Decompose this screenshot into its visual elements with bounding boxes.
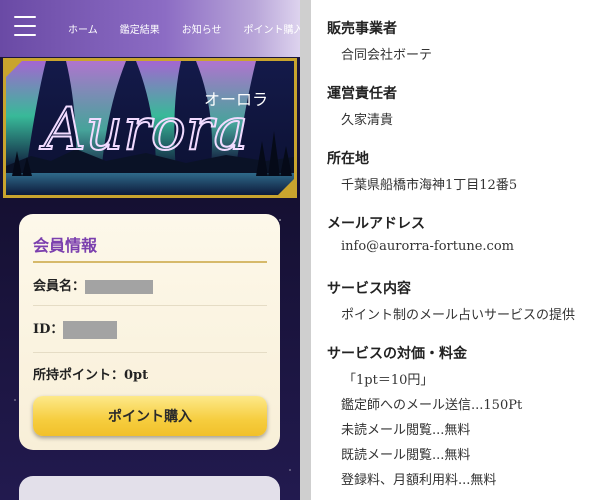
member-name-label: 会員名： [33, 279, 86, 294]
section-seller: 販売事業者 合同会社ボーテ [327, 18, 432, 63]
nav-news[interactable]: お知らせ [182, 21, 222, 36]
hamburger-menu-icon[interactable] [14, 16, 36, 36]
site-header: ホーム 鑑定結果 お知らせ ポイント購入 [0, 0, 300, 57]
legal-info-panel: 販売事業者 合同会社ボーテ 運営責任者 久家清貴 所在地 千葉県船橋市海神1丁目… [311, 0, 610, 500]
section-manager: 運営責任者 久家清貴 [327, 83, 397, 128]
gold-corner-ornament [278, 179, 294, 195]
section-address: 所在地 千葉県船橋市海神1丁目12番5 [327, 148, 517, 193]
section-value: ポイント制のメール占いサービスの提供 [341, 308, 576, 323]
top-nav: ホーム 鑑定結果 お知らせ ポイント購入 [68, 21, 300, 36]
section-email: メールアドレス info@aurorra-fortune.com [327, 213, 514, 254]
aurora-banner-image: Aurora オーロラ [6, 61, 294, 195]
row-divider [33, 352, 267, 353]
section-heading: メールアドレス [327, 216, 425, 232]
member-id-row: ID： [33, 318, 267, 339]
section-heading: 販売事業者 [327, 21, 397, 37]
gold-corner-ornament [6, 61, 22, 77]
redacted-name [85, 279, 154, 294]
section-heading: 運営責任者 [327, 86, 397, 102]
points-value: 0pt [124, 368, 149, 383]
member-name-row: 会員名： [33, 275, 267, 294]
section-heading: サービスの対価・料金 [327, 346, 467, 362]
section-value: 合同会社ボーテ [341, 48, 433, 63]
points-label: 所持ポイント： [33, 368, 125, 383]
pricing-line: 未読メール閲覧...無料 [341, 423, 471, 438]
logo-kana-text: オーロラ [204, 90, 268, 109]
hero-banner: Aurora オーロラ [3, 58, 297, 198]
points-row: 所持ポイント：0pt [33, 364, 267, 383]
member-id-label: ID： [33, 322, 64, 337]
redacted-id [63, 320, 118, 339]
mobile-screen: ホーム 鑑定結果 お知らせ ポイント購入 Aurora オーロラ 会員情報 会員… [0, 0, 300, 500]
title-divider [33, 261, 267, 263]
pricing-line: 登録料、月額利用料...無料 [341, 473, 497, 488]
section-value: 千葉県船橋市海神1丁目12番5 [341, 178, 518, 193]
member-info-title: 会員情報 [33, 236, 98, 255]
section-heading: サービス内容 [327, 281, 411, 297]
member-info-card: 会員情報 会員名： ID： 所持ポイント：0pt ポイント購入 [19, 214, 280, 450]
section-pricing: サービスの対価・料金 「1pt＝10円」 鑑定師へのメール送信...150Pt … [327, 343, 522, 488]
pricing-line: 「1pt＝10円」 [343, 373, 434, 388]
nav-home[interactable]: ホーム [68, 21, 98, 36]
pricing-line: 鑑定師へのメール送信...150Pt [341, 398, 523, 413]
section-service: サービス内容 ポイント制のメール占いサービスの提供 [327, 278, 575, 323]
section-value: 久家清貴 [341, 113, 394, 128]
row-divider [33, 305, 267, 306]
buy-points-button[interactable]: ポイント購入 [33, 396, 267, 436]
next-card-partial [19, 476, 280, 500]
section-heading: 所在地 [327, 151, 369, 167]
email-value: info@aurorra-fortune.com [341, 239, 514, 254]
nav-buy-points[interactable]: ポイント購入 [244, 21, 300, 36]
nav-reading-results[interactable]: 鑑定結果 [120, 21, 160, 36]
pricing-line: 既読メール閲覧...無料 [341, 448, 471, 463]
